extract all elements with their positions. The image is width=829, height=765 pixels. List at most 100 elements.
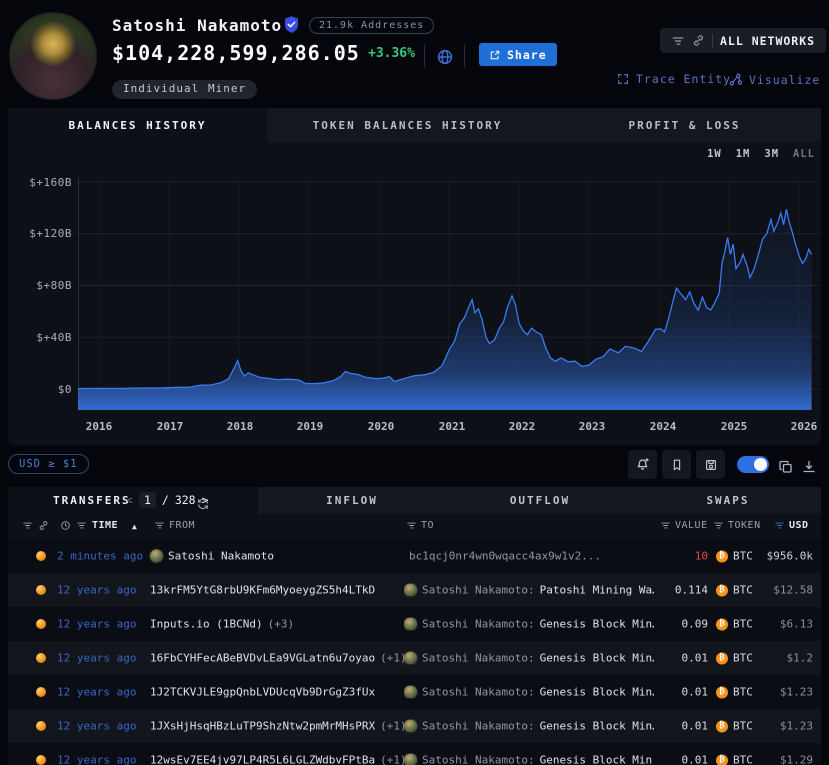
globe-icon[interactable] (436, 46, 454, 66)
tab-profit-and-loss[interactable]: PROFIT & LOSS (548, 108, 821, 142)
y-tick-80b: $+80B (8, 279, 72, 292)
share-label: Share (507, 48, 547, 62)
from-address-count: (+1) (380, 754, 407, 765)
networks-selector[interactable]: ALL NETWORKS (660, 28, 826, 53)
bitcoin-chain-icon (36, 755, 46, 765)
filter-icon[interactable] (660, 520, 671, 532)
transfer-time-link[interactable]: 12 years ago (57, 720, 136, 733)
filter-icon[interactable] (713, 520, 724, 532)
from-address-count: (+1) (380, 720, 407, 733)
transfer-from[interactable]: 1J2TCKVJLE9gpQnbLVDUcqVb9DrGgZ3fUx (150, 686, 380, 699)
transfer-from[interactable]: 16FbCYHFecABeBVDvLEa9VGLatn6u7oyao (+1) (150, 652, 407, 665)
to-entity-prefix: Satoshi Nakamoto: (422, 720, 535, 733)
balances-chart-panel: 1W 1M 3M ALL $+160B $+120B $+80B $+40B $… (8, 142, 821, 445)
tab-inflow[interactable]: INFLOW (258, 487, 446, 514)
transfer-value: 0.09 (608, 618, 708, 631)
link-icon[interactable] (38, 520, 49, 532)
copy-button[interactable] (778, 456, 794, 475)
transfer-usd: $1.29 (720, 754, 813, 765)
addresses-count-badge[interactable]: 21.9k Addresses (309, 17, 434, 34)
transfer-row[interactable]: 12 years ago 13krFM5YtG8rbU9KFm6MyoeygZS… (8, 573, 821, 607)
transfer-row[interactable]: 12 years ago 16FbCYHFecABeBVDvLEa9VGLatn… (8, 641, 821, 675)
balance-value: $104,228,599,286.05 (112, 41, 360, 65)
sort-asc-icon[interactable]: ▲ (132, 522, 137, 531)
transfer-row[interactable]: 12 years ago Inputs.io (1BCNd) (+3) Sato… (8, 607, 821, 641)
range-all[interactable]: ALL (793, 148, 815, 160)
x-tick: 2017 (157, 420, 184, 433)
transfer-value: 0.01 (608, 720, 708, 733)
filter-icon[interactable] (154, 520, 165, 532)
chart-display-toggle[interactable] (737, 456, 769, 473)
tab-token-balances-history[interactable]: TOKEN BALANCES HISTORY (267, 108, 548, 142)
page-separator: / (162, 493, 169, 507)
refresh-icon (196, 497, 210, 511)
transfer-time-link[interactable]: 12 years ago (57, 754, 136, 765)
filter-icon[interactable] (22, 520, 33, 532)
trace-entity-label: Trace Entity (636, 72, 731, 86)
transfer-from[interactable]: 12wsEv7EE4jv97LP4R5L6LGLZWdbvFPtBa (+1) (150, 754, 407, 765)
transfer-time-link[interactable]: 2 minutes ago (57, 550, 143, 563)
x-tick: 2023 (579, 420, 606, 433)
transfer-to[interactable]: bc1qcj0nr4wn0wqacc4ax9w1v2... (404, 550, 601, 563)
from-label: 13krFM5YtG8rbU9KFm6MyoeygZS5h4LTkD (150, 584, 375, 597)
transfer-time-link[interactable]: 12 years ago (57, 584, 136, 597)
save-button[interactable] (696, 450, 725, 479)
tab-swaps[interactable]: SWAPS (634, 487, 822, 514)
transfer-time-link[interactable]: 12 years ago (57, 618, 136, 631)
filter-icon (671, 34, 685, 48)
bitcoin-chain-icon (36, 687, 46, 697)
transfer-from[interactable]: 13krFM5YtG8rbU9KFm6MyoeygZS5h4LTkD (150, 584, 380, 597)
bitcoin-chain-icon (36, 585, 46, 595)
refresh-button[interactable] (196, 493, 210, 512)
visualize-button[interactable]: Visualize (728, 72, 820, 87)
visualize-label: Visualize (749, 73, 820, 87)
usd-filter-pill[interactable]: USD ≥ $1 (8, 454, 89, 474)
x-tick: 2018 (227, 420, 254, 433)
col-token[interactable]: TOKEN (728, 520, 761, 531)
x-tick: 2026 (791, 420, 818, 433)
range-1m[interactable]: 1M (736, 148, 751, 160)
bookmark-icon (670, 458, 684, 472)
transfer-time-link[interactable]: 12 years ago (57, 652, 136, 665)
transfer-row[interactable]: 12 years ago 12wsEv7EE4jv97LP4R5L6LGLZWd… (8, 743, 821, 765)
col-from[interactable]: FROM (169, 520, 195, 531)
transfer-row[interactable]: 12 years ago 1J2TCKVJLE9gpQnbLVDUcqVb9Dr… (8, 675, 821, 709)
tab-outflow[interactable]: OUTFLOW (446, 487, 634, 514)
transfer-time-link[interactable]: 12 years ago (57, 686, 136, 699)
col-to[interactable]: TO (421, 520, 434, 531)
divider (712, 34, 713, 48)
transfer-row[interactable]: 2 minutes ago Satoshi Nakamoto bc1qcj0nr… (8, 539, 821, 573)
clock-icon[interactable] (60, 520, 71, 532)
prev-page-button[interactable]: < (126, 493, 133, 507)
col-time[interactable]: TIME (92, 520, 118, 531)
bell-plus-icon (635, 457, 650, 472)
col-value[interactable]: VALUE (675, 520, 708, 531)
to-entity-prefix: Satoshi Nakamoto: (422, 652, 535, 665)
current-page: 1 (139, 492, 156, 508)
tag-miner[interactable]: Miner (197, 80, 257, 99)
bookmark-button[interactable] (662, 450, 691, 479)
transfer-row[interactable]: 12 years ago 1JXsHjHsqHBzLuTP9ShzNtw2pmM… (8, 709, 821, 743)
transfer-from[interactable]: Inputs.io (1BCNd) (+3) (150, 618, 294, 631)
range-3m[interactable]: 3M (764, 148, 779, 160)
trace-entity-button[interactable]: Trace Entity (616, 72, 731, 86)
to-entity-prefix: Satoshi Nakamoto: (422, 754, 535, 765)
alert-button[interactable] (628, 450, 657, 479)
copy-icon (778, 459, 794, 475)
balance-history-chart[interactable] (78, 170, 820, 410)
filter-icon[interactable] (76, 520, 87, 532)
range-1w[interactable]: 1W (707, 148, 722, 160)
transfer-usd: $12.58 (720, 584, 813, 597)
filter-icon-active[interactable] (774, 520, 785, 532)
download-button[interactable] (801, 456, 817, 475)
filter-icon[interactable] (406, 520, 417, 532)
history-tabs: BALANCES HISTORY TOKEN BALANCES HISTORY … (8, 108, 821, 142)
share-button[interactable]: Share (479, 43, 557, 66)
transfer-from[interactable]: Satoshi Nakamoto (150, 550, 279, 563)
transfer-usd: $956.0k (720, 550, 813, 563)
transfer-from[interactable]: 1JXsHjHsqHBzLuTP9ShzNtw2pmMrMHsPRX (+1) (150, 720, 407, 733)
tab-balances-history[interactable]: BALANCES HISTORY (8, 108, 267, 142)
col-usd[interactable]: USD (789, 520, 809, 531)
tag-individual[interactable]: Individual (112, 80, 210, 99)
transfers-title[interactable]: TRANSFERS (53, 494, 131, 507)
